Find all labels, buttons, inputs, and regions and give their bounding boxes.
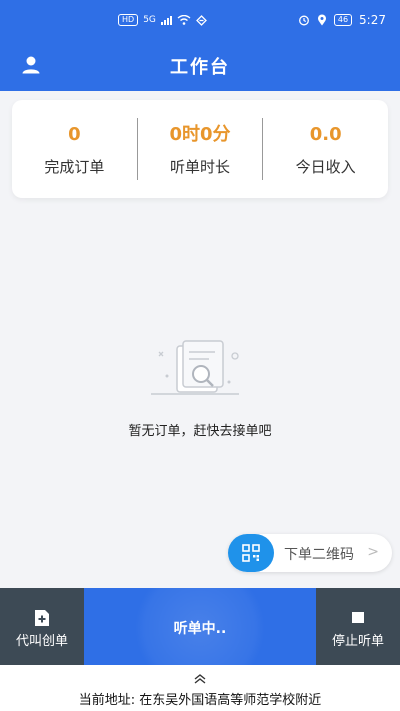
stop-listening-label: 停止听单 [331, 634, 384, 649]
stat-label: 完成订单 [44, 157, 105, 176]
signal-icon [160, 15, 172, 25]
address-bar[interactable]: 当前地址: 在东吴外国语高等师范学校附近 [0, 665, 400, 711]
empty-state-text: 暂无订单，赶快去接单吧 [128, 424, 272, 439]
status-bar: HD 5G 46 5:27 [0, 0, 400, 40]
qr-order-button[interactable]: 下单二维码 > [228, 534, 392, 572]
listening-label: 听单中.. [173, 621, 227, 637]
proxy-create-order-button[interactable]: 代叫创单 [0, 588, 84, 665]
network-badge: 5G [143, 15, 156, 25]
empty-document-icon [151, 340, 239, 395]
battery-icon: 46 [333, 14, 353, 26]
listening-button[interactable]: 听单中.. [84, 588, 316, 665]
status-time: 5:27 [359, 13, 386, 27]
hd-badge: HD [118, 14, 139, 26]
proxy-create-order-label: 代叫创单 [15, 634, 68, 649]
stat-completed-orders: 0 完成订单 [12, 122, 137, 177]
stat-listen-duration: 0时0分 听单时长 [138, 122, 263, 177]
qr-button-label: 下单二维码 [284, 547, 354, 563]
stat-value: 0.0 [309, 123, 342, 145]
add-document-icon [35, 610, 49, 626]
wifi-icon [177, 15, 191, 25]
stats-card: 0 完成订单 0时0分 听单时长 0.0 今日收入 [12, 100, 388, 198]
current-address: 当前地址: 在东吴外国语高等师范学校附近 [78, 693, 322, 708]
stat-label: 听单时长 [170, 157, 231, 176]
qr-code-icon [242, 544, 260, 562]
stat-value: 0 [68, 123, 81, 145]
alarm-icon [298, 15, 309, 26]
chevron-up-icon[interactable] [193, 673, 207, 685]
stop-listening-button[interactable]: 停止听单 [316, 588, 400, 665]
sync-icon [195, 14, 207, 26]
page-title: 工作台 [170, 57, 230, 78]
qr-button-circle[interactable] [228, 534, 274, 572]
location-icon [317, 14, 326, 26]
chevron-right-icon: > [367, 544, 379, 560]
stat-label: 今日收入 [295, 157, 356, 176]
status-right: 46 5:27 [298, 13, 386, 27]
status-left: HD 5G [118, 14, 207, 26]
stat-value: 0时0分 [169, 123, 231, 145]
stop-icon [352, 612, 364, 623]
app-bar: 工作台 [0, 40, 400, 91]
stat-today-income: 0.0 今日收入 [263, 122, 388, 177]
